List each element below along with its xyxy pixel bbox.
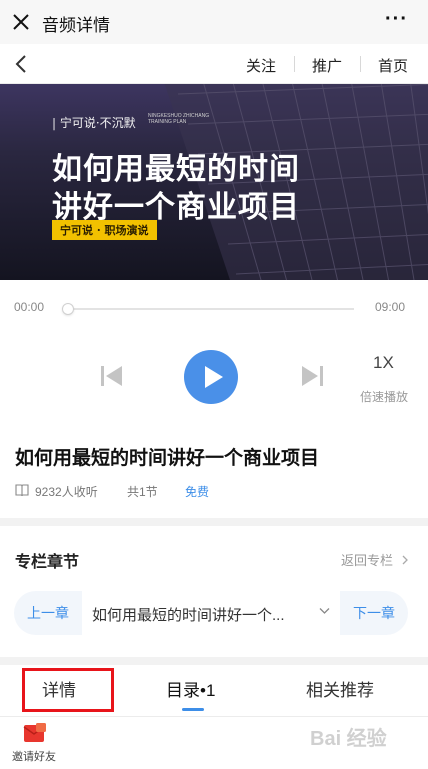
chevron-right-icon bbox=[402, 555, 408, 565]
active-tab-indicator bbox=[182, 708, 204, 711]
chapter-select[interactable]: 如何用最短的时间讲好一个... bbox=[82, 591, 340, 635]
highlight-box bbox=[22, 668, 114, 712]
section-divider bbox=[0, 518, 428, 526]
return-to-column-link[interactable]: 返回专栏 bbox=[341, 550, 409, 569]
next-track-icon[interactable] bbox=[300, 365, 324, 387]
nav-divider bbox=[294, 56, 295, 72]
tab-recommendations[interactable]: 相关推荐 bbox=[306, 676, 374, 701]
previous-chapter-button[interactable]: 上一章 bbox=[14, 591, 82, 635]
column-section-title: 专栏章节 bbox=[15, 554, 80, 571]
price-badge: 免费 bbox=[185, 485, 210, 499]
page-title: 音频详情 bbox=[42, 16, 110, 35]
nav-divider bbox=[360, 56, 361, 72]
nav-bar: 关注 推广 首页 bbox=[0, 44, 428, 84]
cover-brand: | 宁可说·不沉默 bbox=[52, 116, 136, 130]
chapter-navigator: 上一章 如何用最短的时间讲好一个... 下一章 bbox=[14, 591, 408, 635]
cover-brand-en: NINGKESHUO ZHICHANG TRAINING PLAN bbox=[148, 113, 210, 125]
progress-track[interactable] bbox=[66, 308, 354, 310]
nav-link-home[interactable]: 首页 bbox=[378, 55, 408, 76]
play-icon bbox=[205, 366, 223, 388]
close-icon[interactable] bbox=[10, 11, 32, 33]
watermark: Bai 经验 bbox=[310, 728, 387, 750]
back-chevron-icon[interactable] bbox=[14, 54, 28, 74]
nav-link-promote[interactable]: 推广 bbox=[312, 55, 342, 76]
nav-link-follow[interactable]: 关注 bbox=[246, 55, 276, 76]
audio-title: 如何用最短的时间讲好一个商业项目 bbox=[15, 448, 320, 469]
more-menu-button[interactable]: ··· bbox=[385, 8, 408, 31]
progress-thumb[interactable] bbox=[62, 303, 74, 315]
chapter-select-value: 如何用最短的时间讲好一个... bbox=[92, 607, 285, 624]
footer-divider bbox=[0, 716, 428, 717]
window-titlebar: 音频详情 ··· bbox=[0, 0, 428, 44]
chevron-down-icon bbox=[319, 608, 330, 614]
next-chapter-button[interactable]: 下一章 bbox=[340, 591, 408, 635]
cover-image: | 宁可说·不沉默 NINGKESHUO ZHICHANG TRAINING P… bbox=[0, 84, 428, 280]
playback-speed-button[interactable]: 1X bbox=[373, 353, 394, 373]
book-icon bbox=[15, 484, 29, 497]
playback-speed-label: 倍速播放 bbox=[360, 390, 409, 404]
tab-catalog[interactable]: 目录•1 bbox=[166, 676, 215, 701]
current-time: 00:00 bbox=[14, 300, 45, 314]
invite-envelope-icon[interactable] bbox=[22, 722, 48, 744]
total-time: 09:00 bbox=[375, 300, 406, 314]
previous-track-icon[interactable] bbox=[100, 365, 124, 387]
play-button[interactable] bbox=[184, 350, 238, 404]
invite-friends-label[interactable]: 邀请好友 bbox=[12, 748, 56, 764]
return-to-column-label: 返回专栏 bbox=[341, 553, 394, 568]
listener-count: 9232人收听 bbox=[35, 485, 98, 499]
section-count: 共1节 bbox=[127, 485, 158, 499]
section-divider bbox=[0, 657, 428, 665]
cover-badge: 宁可说 · 职场演说 bbox=[52, 220, 157, 240]
